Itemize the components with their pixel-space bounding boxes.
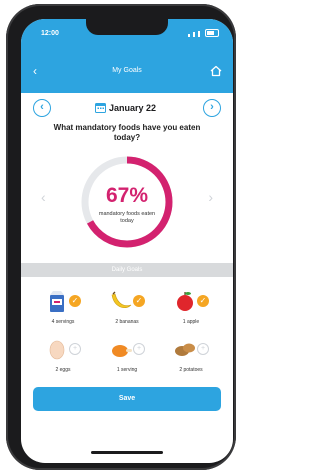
- potato-icon: [175, 343, 195, 356]
- add-icon[interactable]: +: [69, 343, 81, 355]
- carousel-next-icon[interactable]: ›: [208, 189, 213, 205]
- check-icon[interactable]: ✓: [69, 295, 81, 307]
- next-day-button[interactable]: ›: [203, 99, 221, 117]
- chevron-left-circle-icon: ‹: [40, 101, 44, 113]
- food-item-potatoes[interactable]: + 2 potatoes: [161, 337, 221, 381]
- food-item-eggs[interactable]: + 2 eggs: [33, 337, 93, 381]
- date-text: January 22: [109, 102, 157, 113]
- food-label: 1 apple: [182, 319, 200, 325]
- egg-icon: [49, 340, 65, 360]
- food-label: 1 serving: [116, 367, 138, 373]
- carousel-prev-icon[interactable]: ‹: [41, 189, 46, 205]
- page-title: My Goals: [112, 67, 142, 74]
- date-navigator: ‹ January 22 ›: [21, 93, 233, 125]
- add-icon[interactable]: +: [197, 343, 209, 355]
- home-indicator: [91, 451, 163, 454]
- banana-icon: [111, 291, 132, 308]
- food-label: 2 potatoes: [179, 367, 203, 373]
- chicken-icon: [112, 345, 132, 357]
- milk-carton-icon: [50, 291, 64, 312]
- food-label: 2 bananas: [115, 319, 139, 325]
- previous-day-button[interactable]: ‹: [33, 99, 51, 117]
- apple-icon: [177, 292, 193, 311]
- battery-icon: [205, 29, 219, 37]
- check-icon[interactable]: ✓: [197, 295, 209, 307]
- app-screen: 12:00 ‹ My Goals ‹ January 22 › What man…: [21, 19, 233, 463]
- progress-percent: 67%: [105, 184, 149, 207]
- add-icon[interactable]: +: [133, 343, 145, 355]
- status-time: 12:00: [41, 30, 59, 37]
- question-text: What mandatory foods have you eaten toda…: [53, 123, 201, 142]
- food-item-banana[interactable]: ✓ 2 bananas: [97, 289, 157, 333]
- food-label: 2 eggs: [55, 367, 71, 373]
- food-item-chicken[interactable]: + 1 serving: [97, 337, 157, 381]
- food-item-apple[interactable]: ✓ 1 apple: [161, 289, 221, 333]
- save-button[interactable]: Save: [33, 387, 221, 411]
- food-item-milk[interactable]: ✓ 4 servings: [33, 289, 93, 333]
- calendar-icon: [95, 103, 106, 113]
- home-icon[interactable]: [209, 64, 223, 78]
- signal-icon: [188, 34, 190, 37]
- daily-goals-header: Daily Goals: [21, 263, 233, 277]
- check-icon[interactable]: ✓: [133, 295, 145, 307]
- phone-frame: 12:00 ‹ My Goals ‹ January 22 › What man…: [6, 4, 236, 470]
- progress-subtitle: mandatory foods eaten today: [98, 211, 156, 224]
- status-icons: [188, 29, 219, 37]
- date-label: January 22: [95, 102, 156, 113]
- chevron-right-circle-icon: ›: [210, 101, 214, 113]
- phone-notch: [86, 19, 168, 35]
- food-label: 4 servings: [51, 319, 75, 325]
